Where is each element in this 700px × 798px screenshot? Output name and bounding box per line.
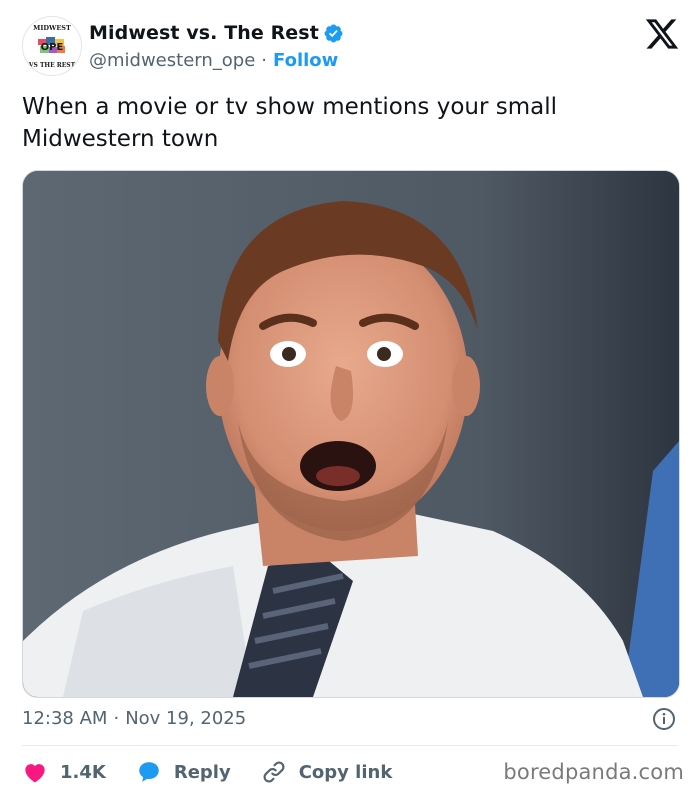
- tweet-text: When a movie or tv show mentions your sm…: [22, 94, 558, 152]
- handle[interactable]: @midwestern_ope: [89, 50, 255, 71]
- follow-link[interactable]: Follow: [273, 50, 338, 71]
- separator-dot: ·: [261, 50, 268, 71]
- watermark: boredpanda.com: [503, 760, 684, 784]
- action-bar: 1.4K Reply Copy link: [22, 757, 422, 787]
- reply-label: Reply: [173, 761, 231, 783]
- tweet-header: OPE MIDWEST VS THE REST Midwest vs. The …: [22, 14, 680, 78]
- tweet-time: 12:38 AM: [22, 708, 108, 729]
- avatar-center-text: OPE: [41, 42, 64, 53]
- link-icon: [263, 761, 285, 783]
- x-logo-icon[interactable]: [644, 16, 680, 52]
- display-name[interactable]: Midwest vs. The Rest: [89, 22, 319, 44]
- tweet-photo[interactable]: [22, 170, 680, 698]
- tweet-card: OPE MIDWEST VS THE REST Midwest vs. The …: [0, 0, 700, 798]
- like-count: 1.4K: [60, 761, 106, 783]
- heart-icon: [25, 764, 45, 783]
- reply-button[interactable]: Reply: [136, 759, 231, 785]
- tweet-timestamp[interactable]: 12:38 AM · Nov 19, 2025: [22, 708, 246, 729]
- info-icon[interactable]: [652, 707, 676, 731]
- verified-badge-icon: [324, 24, 343, 42]
- avatar-logo-icon: OPE MIDWEST VS THE REST: [24, 18, 80, 74]
- avatar-bottom-text: VS THE REST: [28, 62, 76, 69]
- divider: [22, 745, 678, 746]
- tweet-date: Nov 19, 2025: [125, 708, 247, 729]
- copy-link-label: Copy link: [298, 761, 393, 783]
- name-row: Midwest vs. The Rest: [89, 22, 344, 44]
- photo-surprised-man: [23, 171, 679, 697]
- copy-link-button[interactable]: Copy link: [261, 759, 393, 785]
- avatar[interactable]: OPE MIDWEST VS THE REST: [22, 16, 82, 76]
- like-button[interactable]: 1.4K: [22, 759, 106, 785]
- chat-bubble-icon: [139, 762, 159, 782]
- separator-dot: ·: [113, 708, 120, 729]
- avatar-top-text: MIDWEST: [33, 24, 71, 32]
- handle-row: @midwestern_ope · Follow: [89, 50, 338, 71]
